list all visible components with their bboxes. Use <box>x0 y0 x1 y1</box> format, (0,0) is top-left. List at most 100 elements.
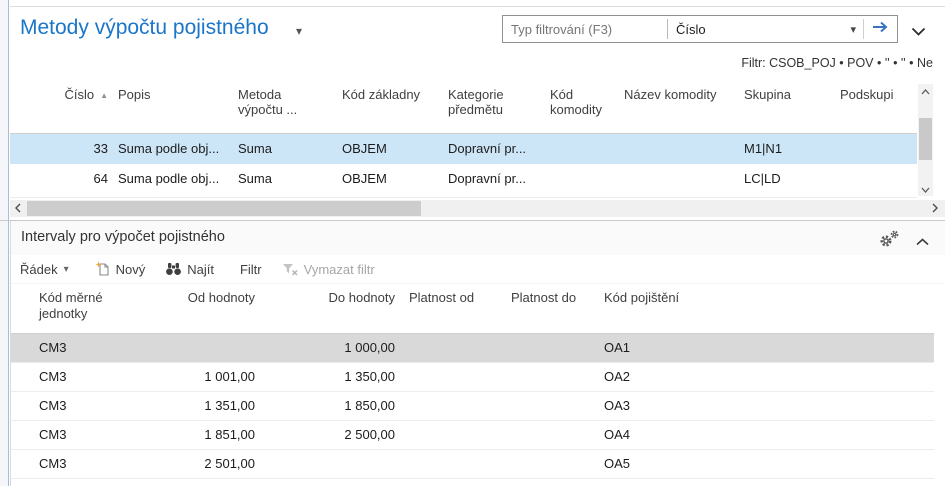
filter-field-select[interactable]: Číslo <box>668 22 850 37</box>
column-header-platnost-od[interactable]: Platnost od <box>399 284 501 333</box>
cell-kategorie: Dopravní pr... <box>444 164 546 194</box>
vertical-scrollbar[interactable] <box>918 84 933 196</box>
column-header-skupina[interactable]: Skupina <box>736 82 836 133</box>
row-gutter <box>11 450 29 478</box>
new-button[interactable]: Nový <box>95 261 146 277</box>
table-row[interactable]: CM3 2 501,00 OA5 <box>11 450 934 479</box>
chevron-left-icon <box>15 200 21 218</box>
filter-field-dropdown-icon[interactable]: ▾ <box>850 23 856 36</box>
cell-od-hodnoty: 1 851,00 <box>149 421 259 449</box>
cell-kod-pojisteni: OA5 <box>596 450 736 478</box>
clear-filter-label: Vymazat filtr <box>304 262 375 277</box>
gears-icon <box>877 235 901 252</box>
cell-platnost-do <box>501 334 596 362</box>
cell-kod-pojisteni: OA1 <box>596 334 736 362</box>
filter-button[interactable]: Filtr <box>240 262 262 277</box>
cell-do-hodnoty: 1 350,00 <box>259 363 399 391</box>
part-actions-button[interactable] <box>877 229 901 253</box>
row-gutter <box>11 421 29 449</box>
column-header-od-hodnoty[interactable]: Od hodnoty <box>149 284 259 333</box>
cell-od-hodnoty <box>149 334 259 362</box>
cell-platnost-do <box>501 421 596 449</box>
line-menu-button[interactable]: Řádek ▾ <box>20 262 69 277</box>
filter-summary: Filtr: CSOB_POJ • POV • '' • '' • Ne <box>741 56 933 70</box>
apply-filter-button[interactable] <box>864 16 897 42</box>
sort-ascending-icon: ▲ <box>100 91 108 100</box>
collapse-header-button[interactable] <box>911 23 926 41</box>
column-header-kod-merne-jednotky[interactable]: Kód měrné jednotky <box>29 284 149 333</box>
column-header-kategorie-predmetu[interactable]: Kategorie předmětu <box>444 82 546 133</box>
filter-box: Typ filtrování (F3) Číslo ▾ <box>502 15 898 43</box>
column-header-podskupina[interactable]: Podskupi <box>836 82 917 133</box>
new-document-icon <box>95 261 111 277</box>
cell-platnost-do <box>501 392 596 420</box>
column-header-kod-pojisteni[interactable]: Kód pojištění <box>596 284 736 333</box>
row-gutter <box>10 164 26 194</box>
chevron-down-icon <box>921 180 930 198</box>
cell-kod-merne-jednotky: CM3 <box>29 392 149 420</box>
cell-kod-pojisteni: OA3 <box>596 392 736 420</box>
methods-table: Číslo▲ Popis Metoda výpočtu ... Kód zákl… <box>10 82 933 198</box>
cell-skupina: LC|LD <box>736 164 836 194</box>
find-button[interactable]: Najít <box>165 262 214 277</box>
column-header-spacer <box>736 284 934 333</box>
cell-spacer <box>736 450 934 478</box>
scrollbar-thumb[interactable] <box>919 118 932 160</box>
column-header-popis[interactable]: Popis <box>114 82 234 133</box>
horizontal-scrollbar[interactable] <box>10 200 945 217</box>
cell-do-hodnoty: 1 000,00 <box>259 334 399 362</box>
table-row-selected[interactable]: 33 Suma podle obj... Suma OBJEM Dopravní… <box>10 134 917 164</box>
chevron-right-icon <box>932 200 938 218</box>
cell-spacer <box>736 392 934 420</box>
cell-cislo: 64 <box>26 164 114 194</box>
column-header-nazev-komodity[interactable]: Název komodity <box>620 82 736 133</box>
column-header-metoda-vypoctu[interactable]: Metoda výpočtu ... <box>234 82 338 133</box>
find-label: Najít <box>187 262 214 277</box>
scroll-right-button[interactable] <box>927 200 943 217</box>
cell-kod-merne-jednotky: CM3 <box>29 334 149 362</box>
table-row[interactable]: CM3 1 851,00 2 500,00 OA4 <box>11 421 934 450</box>
table-row[interactable]: CM3 1 351,00 1 850,00 OA3 <box>11 392 934 421</box>
table-row-selected[interactable]: CM3 1 000,00 OA1 <box>11 334 934 363</box>
cell-kod-merne-jednotky: CM3 <box>29 450 149 478</box>
page-title: Metody výpočtu pojistného <box>20 16 269 40</box>
binoculars-icon <box>165 262 182 276</box>
collapse-part-button[interactable] <box>916 233 929 251</box>
cell-popis: Suma podle obj... <box>114 134 234 164</box>
table-row[interactable]: 64 Suma podle obj... Suma OBJEM Dopravní… <box>10 164 917 194</box>
scroll-left-button[interactable] <box>10 200 26 217</box>
cell-spacer <box>736 334 934 362</box>
column-header-kod-komodity[interactable]: Kód komodity <box>546 82 620 133</box>
cell-podskupina <box>836 164 917 194</box>
cell-nazev-komodity <box>620 134 736 164</box>
table-row[interactable]: CM3 1 001,00 1 350,00 OA2 <box>11 363 934 392</box>
scrollbar-thumb[interactable] <box>27 201 421 216</box>
row-gutter <box>11 334 29 362</box>
chevron-up-icon <box>921 82 930 100</box>
cell-do-hodnoty: 2 500,00 <box>259 421 399 449</box>
row-gutter <box>10 82 26 133</box>
clear-filter-icon <box>282 263 299 276</box>
column-header-cislo[interactable]: Číslo▲ <box>26 82 114 133</box>
cell-od-hodnoty: 1 351,00 <box>149 392 259 420</box>
filter-type-input[interactable]: Typ filtrování (F3) <box>503 22 667 37</box>
cell-cislo: 33 <box>26 134 114 164</box>
methods-table-header: Číslo▲ Popis Metoda výpočtu ... Kód zákl… <box>10 82 917 134</box>
intervals-toolbar: Řádek ▾ Nový <box>11 255 945 284</box>
page-title-dropdown-icon[interactable]: ▾ <box>296 24 302 38</box>
column-header-do-hodnoty[interactable]: Do hodnoty <box>259 284 399 333</box>
cell-platnost-od <box>399 392 501 420</box>
clear-filter-button[interactable]: Vymazat filtr <box>282 262 375 277</box>
cell-kod-komodity <box>546 164 620 194</box>
cell-kod-komodity <box>546 134 620 164</box>
scroll-up-button[interactable] <box>918 84 933 98</box>
scroll-down-button[interactable] <box>918 182 933 196</box>
row-gutter <box>10 134 26 164</box>
row-gutter <box>11 392 29 420</box>
chevron-down-icon: ▾ <box>64 264 69 275</box>
column-header-platnost-do[interactable]: Platnost do <box>501 284 596 333</box>
cell-kod-merne-jednotky: CM3 <box>29 363 149 391</box>
column-header-kod-zakladny[interactable]: Kód základny <box>338 82 444 133</box>
intervals-pane: Intervaly pro výpočet pojistného Řádek <box>10 221 945 486</box>
line-menu-label: Řádek <box>20 262 58 277</box>
